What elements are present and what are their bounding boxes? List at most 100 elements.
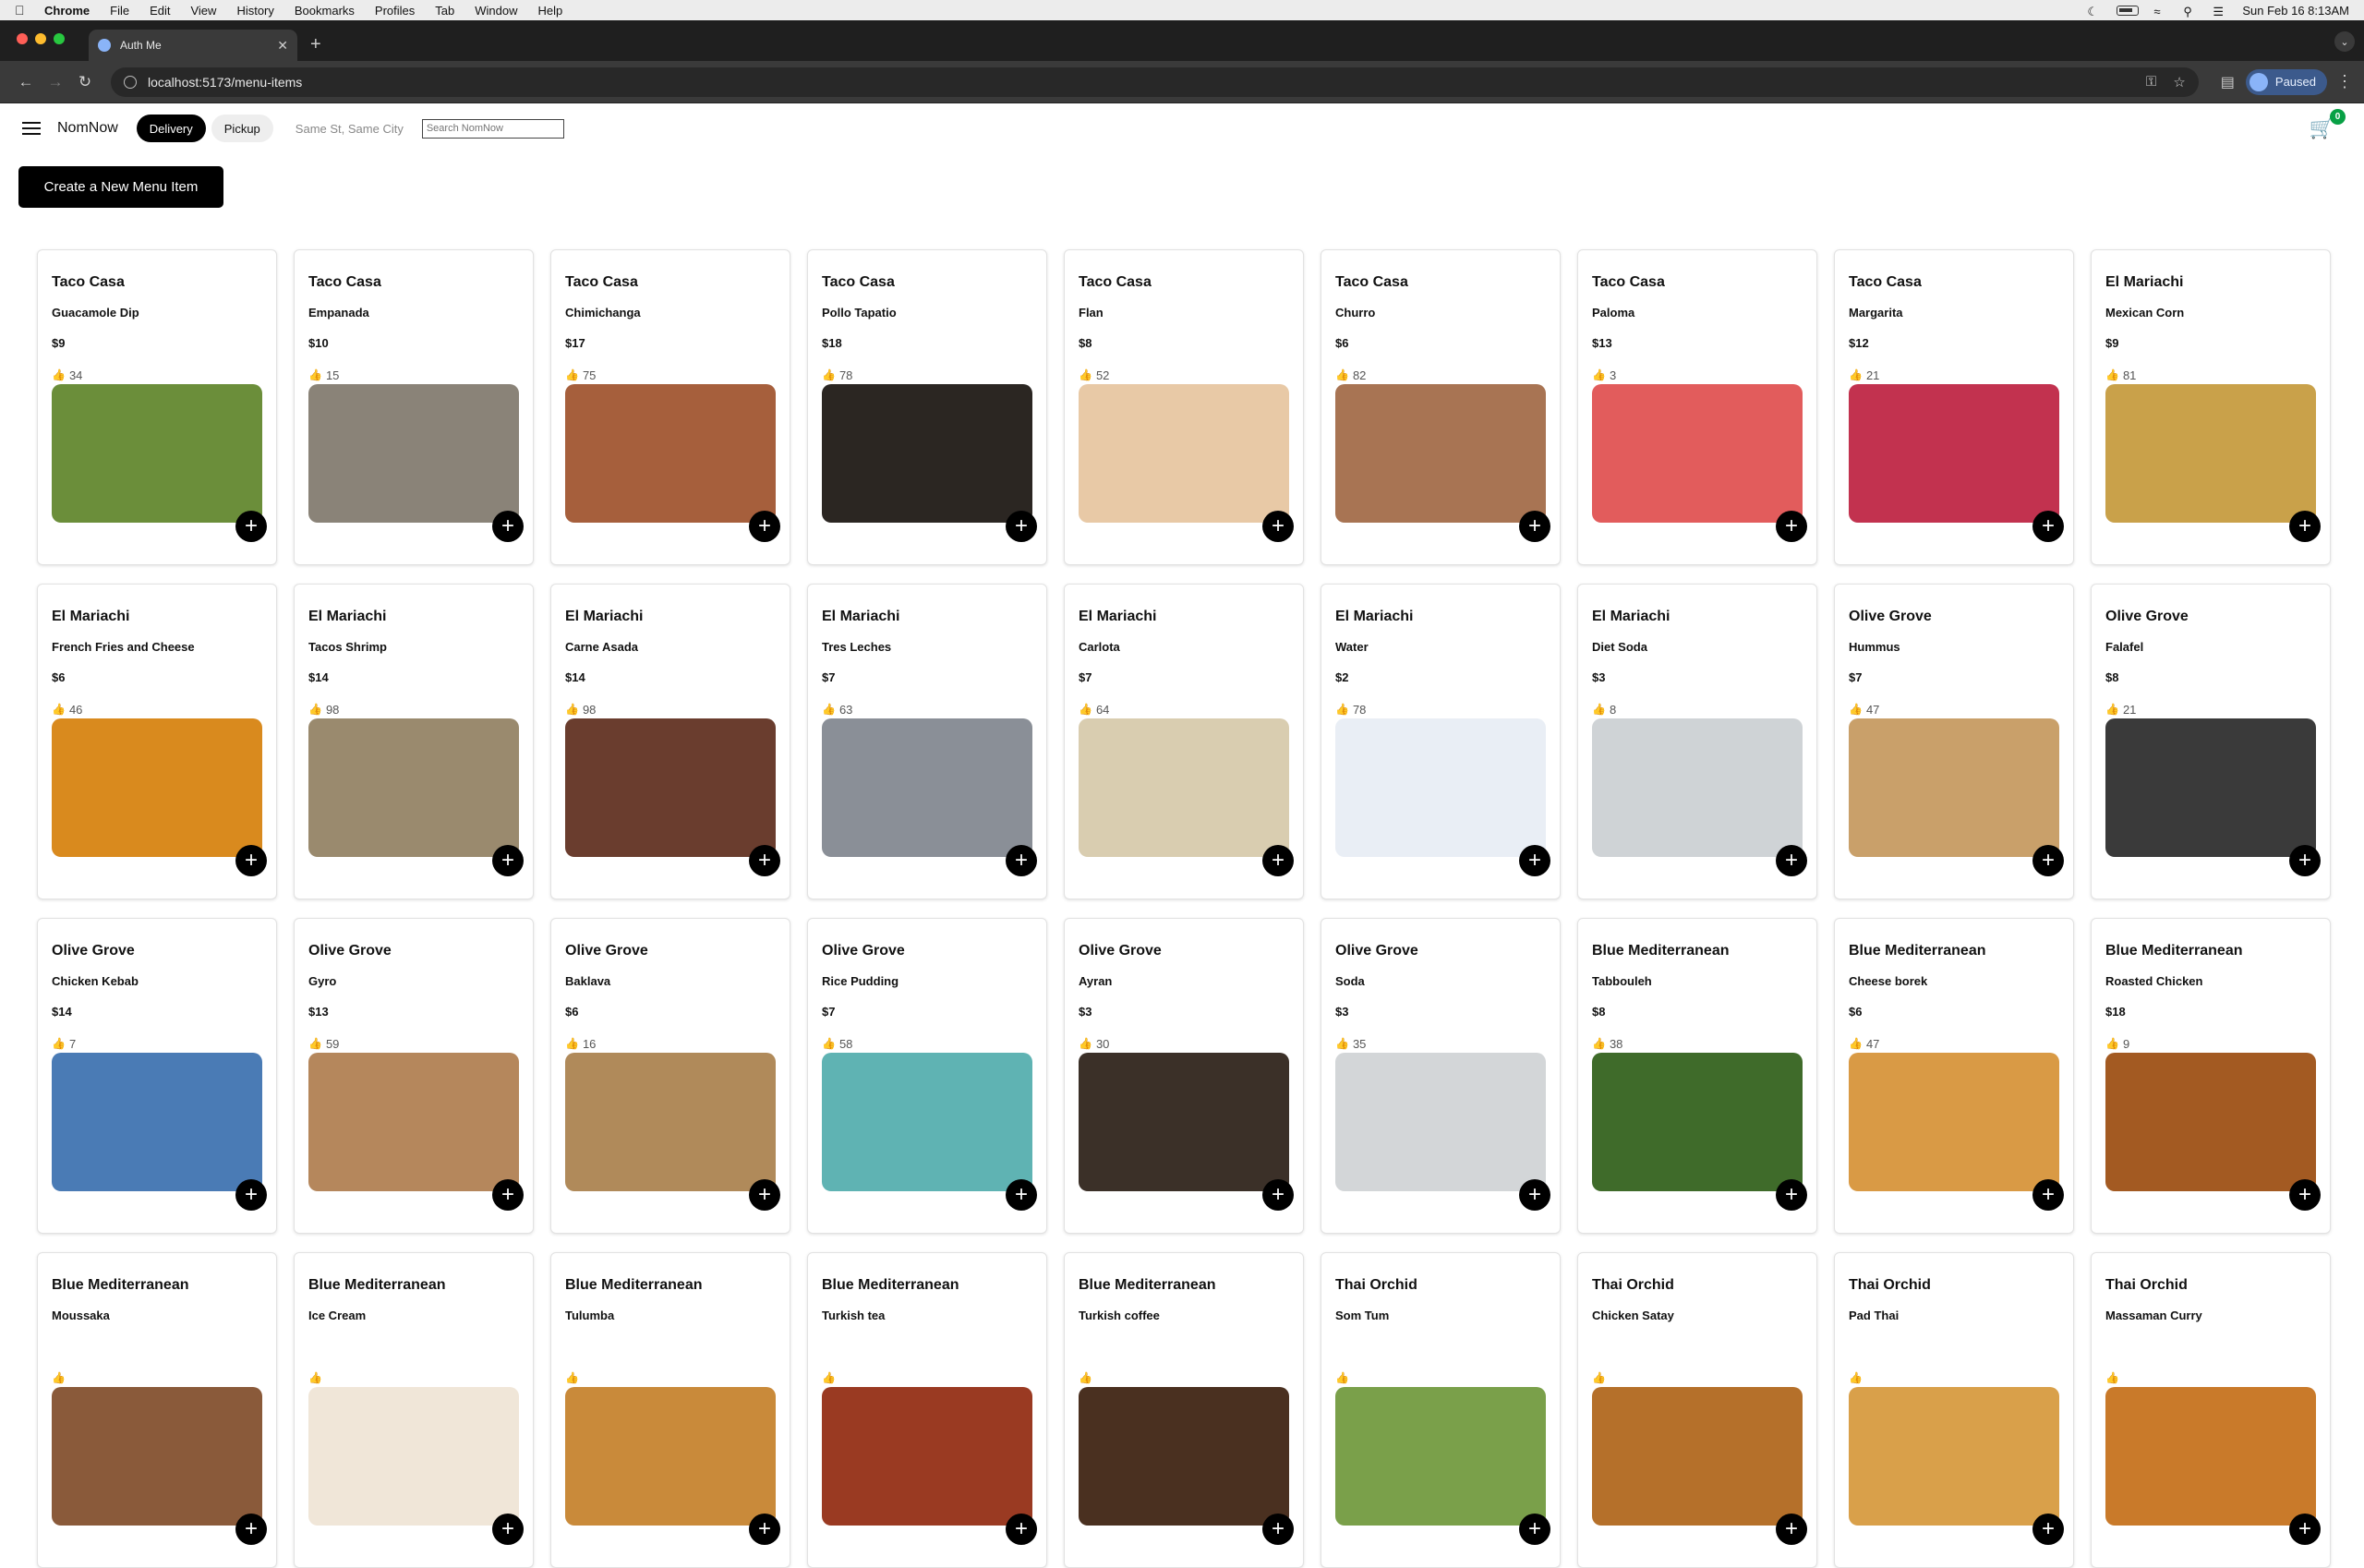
add-to-cart-button[interactable]: + [2289, 511, 2321, 542]
menu-item-photo[interactable] [1079, 1053, 1289, 1191]
menu-item-card[interactable]: El Mariachi Tres Leches $7 👍 63 + [807, 584, 1047, 899]
menu-item-card[interactable]: Taco Casa Paloma $13 👍 3 + [1577, 249, 1817, 565]
menu-item-card[interactable]: Olive Grove Hummus $7 👍 47 + [1834, 584, 2074, 899]
add-to-cart-button[interactable]: + [749, 511, 780, 542]
menu-item-card[interactable]: Blue Mediterranean Turkish coffee 👍 + [1064, 1252, 1304, 1568]
thumbs-up-icon[interactable]: 👍 [2105, 1037, 2119, 1050]
close-window-button[interactable] [17, 33, 28, 44]
thumbs-up-icon[interactable]: 👍 [1849, 1371, 1863, 1384]
battery-icon[interactable] [2117, 5, 2140, 16]
menu-app-name[interactable]: Chrome [44, 4, 90, 18]
add-to-cart-button[interactable]: + [2289, 845, 2321, 876]
search-input[interactable] [421, 118, 564, 139]
menu-item-card[interactable]: El Mariachi Diet Soda $3 👍 8 + [1577, 584, 1817, 899]
menu-item-photo[interactable] [1592, 1053, 1803, 1191]
bookmark-star-icon[interactable]: ☆ [2173, 74, 2185, 90]
address-bar[interactable]: localhost:5173/menu-items ⚿ ☆ [111, 66, 2199, 97]
menu-window[interactable]: Window [475, 4, 517, 18]
menu-item-card[interactable]: El Mariachi Tacos Shrimp $14 👍 98 + [294, 584, 534, 899]
reload-icon[interactable]: ↻ [70, 73, 100, 91]
menu-item-card[interactable]: Taco Casa Churro $6 👍 82 + [1321, 249, 1561, 565]
menu-item-card[interactable]: Taco Casa Pollo Tapatio $18 👍 78 + [807, 249, 1047, 565]
menu-item-card[interactable]: El Mariachi Carne Asada $14 👍 98 + [550, 584, 790, 899]
menu-item-photo[interactable] [1335, 1053, 1546, 1191]
add-to-cart-button[interactable]: + [1262, 1514, 1294, 1545]
menu-item-card[interactable]: Thai Orchid Pad Thai 👍 + [1834, 1252, 2074, 1568]
brand-logo[interactable]: NomNow [57, 120, 118, 137]
menu-item-photo[interactable] [1079, 384, 1289, 523]
menu-item-card[interactable]: Taco Casa Empanada $10 👍 15 + [294, 249, 534, 565]
thumbs-up-icon[interactable]: 👍 [565, 1371, 579, 1384]
thumbs-up-icon[interactable]: 👍 [308, 368, 322, 381]
minimize-window-button[interactable] [35, 33, 46, 44]
chrome-menu-icon[interactable]: ⋮ [2336, 72, 2353, 91]
password-key-icon[interactable]: ⚿ [2146, 74, 2156, 90]
menu-item-card[interactable]: Blue Mediterranean Roasted Chicken $18 👍… [2091, 918, 2331, 1234]
thumbs-up-icon[interactable]: 👍 [308, 703, 322, 716]
add-to-cart-button[interactable]: + [1262, 845, 1294, 876]
menu-item-photo[interactable] [52, 1387, 262, 1526]
add-to-cart-button[interactable]: + [2289, 1179, 2321, 1211]
zoom-window-button[interactable] [54, 33, 65, 44]
thumbs-up-icon[interactable]: 👍 [1592, 1371, 1606, 1384]
menu-item-card[interactable]: Blue Mediterranean Tabbouleh $8 👍 38 + [1577, 918, 1817, 1234]
new-tab-icon[interactable]: + [310, 34, 321, 55]
menu-item-photo[interactable] [52, 1053, 262, 1191]
menu-item-photo[interactable] [1335, 1387, 1546, 1526]
add-to-cart-button[interactable]: + [1776, 845, 1807, 876]
thumbs-up-icon[interactable]: 👍 [2105, 703, 2119, 716]
menu-item-photo[interactable] [308, 718, 519, 857]
menu-item-photo[interactable] [565, 1387, 776, 1526]
delivery-address[interactable]: Same St, Same City [296, 122, 404, 136]
thumbs-up-icon[interactable]: 👍 [1849, 1037, 1863, 1050]
menu-item-photo[interactable] [2105, 1053, 2316, 1191]
menu-item-photo[interactable] [1079, 1387, 1289, 1526]
menu-item-card[interactable]: Olive Grove Soda $3 👍 35 + [1321, 918, 1561, 1234]
menu-item-card[interactable]: Olive Grove Ayran $3 👍 30 + [1064, 918, 1304, 1234]
add-to-cart-button[interactable]: + [1776, 1179, 1807, 1211]
menu-item-photo[interactable] [308, 1053, 519, 1191]
clock[interactable]: Sun Feb 16 8:13AM [2242, 4, 2349, 18]
add-to-cart-button[interactable]: + [235, 511, 267, 542]
browser-tab[interactable]: Auth Me ✕ [89, 30, 297, 61]
moon-icon[interactable]: ☾ [2087, 5, 2102, 18]
menu-item-photo[interactable] [1335, 718, 1546, 857]
menu-item-card[interactable]: Olive Grove Gyro $13 👍 59 + [294, 918, 534, 1234]
thumbs-up-icon[interactable]: 👍 [1335, 1371, 1349, 1384]
menu-item-photo[interactable] [1849, 384, 2059, 523]
menu-item-card[interactable]: Thai Orchid Som Tum 👍 + [1321, 1252, 1561, 1568]
apple-icon[interactable]:  [15, 3, 28, 18]
thumbs-up-icon[interactable]: 👍 [2105, 368, 2119, 381]
menu-item-card[interactable]: Blue Mediterranean Cheese borek $6 👍 47 … [1834, 918, 2074, 1234]
thumbs-up-icon[interactable]: 👍 [52, 703, 66, 716]
menu-item-photo[interactable] [1849, 1387, 2059, 1526]
extensions-icon[interactable]: ▤ [2221, 73, 2235, 91]
thumbs-up-icon[interactable]: 👍 [2105, 1371, 2119, 1384]
cart-button[interactable]: 🛒 0 [2310, 109, 2346, 140]
thumbs-up-icon[interactable]: 👍 [1079, 368, 1092, 381]
menu-history[interactable]: History [236, 4, 273, 18]
menu-item-photo[interactable] [1592, 384, 1803, 523]
menu-item-photo[interactable] [1079, 718, 1289, 857]
close-tab-icon[interactable]: ✕ [277, 38, 288, 54]
menu-profiles[interactable]: Profiles [375, 4, 415, 18]
menu-item-photo[interactable] [822, 1053, 1032, 1191]
thumbs-up-icon[interactable]: 👍 [308, 1371, 322, 1384]
back-icon[interactable]: ← [11, 73, 41, 91]
thumbs-up-icon[interactable]: 👍 [822, 703, 836, 716]
thumbs-up-icon[interactable]: 👍 [822, 1371, 836, 1384]
menu-item-photo[interactable] [1335, 384, 1546, 523]
thumbs-up-icon[interactable]: 👍 [822, 1037, 836, 1050]
add-to-cart-button[interactable]: + [1006, 511, 1037, 542]
menu-item-photo[interactable] [308, 1387, 519, 1526]
menu-item-card[interactable]: Blue Mediterranean Tulumba 👍 + [550, 1252, 790, 1568]
menu-item-card[interactable]: El Mariachi Mexican Corn $9 👍 81 + [2091, 249, 2331, 565]
thumbs-up-icon[interactable]: 👍 [1079, 1371, 1092, 1384]
menu-help[interactable]: Help [538, 4, 563, 18]
menu-item-photo[interactable] [822, 718, 1032, 857]
menu-item-photo[interactable] [1849, 718, 2059, 857]
menu-item-photo[interactable] [822, 384, 1032, 523]
menu-item-photo[interactable] [1849, 1053, 2059, 1191]
thumbs-up-icon[interactable]: 👍 [1592, 368, 1606, 381]
add-to-cart-button[interactable]: + [2032, 511, 2064, 542]
